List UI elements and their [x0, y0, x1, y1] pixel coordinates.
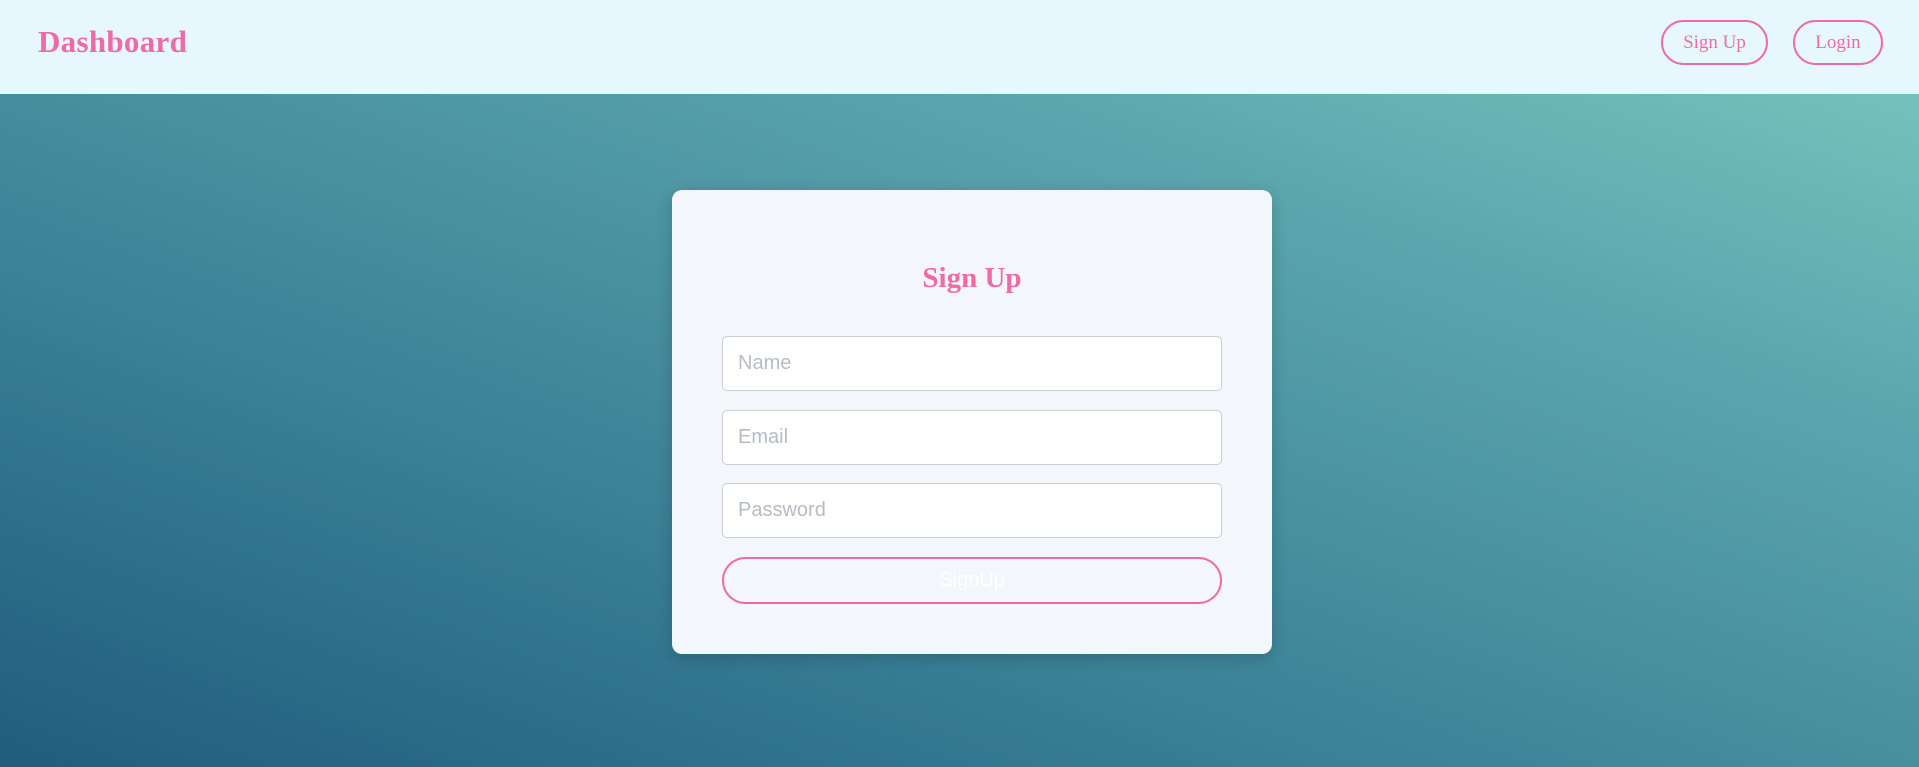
name-input[interactable]	[722, 336, 1222, 391]
top-navbar: Dashboard Sign Up Login	[0, 0, 1919, 94]
signup-title: Sign Up	[922, 262, 1022, 294]
signup-card: Sign Up SignUp	[672, 190, 1272, 654]
password-input[interactable]	[722, 483, 1222, 538]
nav-signup-button[interactable]: Sign Up	[1661, 20, 1768, 65]
nav-login-button[interactable]: Login	[1793, 20, 1883, 65]
brand-logo-text[interactable]: Dashboard	[38, 24, 187, 60]
email-input[interactable]	[722, 410, 1222, 465]
signup-submit-button[interactable]: SignUp	[722, 557, 1222, 604]
